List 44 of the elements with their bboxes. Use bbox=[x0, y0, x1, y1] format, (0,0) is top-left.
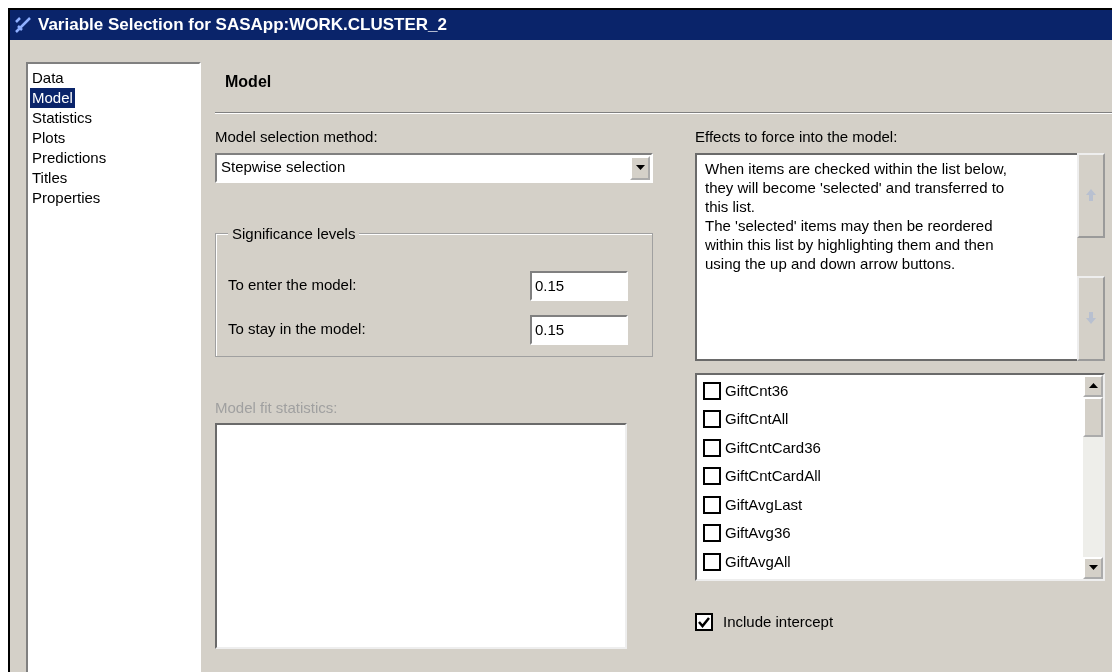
sidebar-item[interactable]: Titles bbox=[30, 168, 70, 188]
page-heading: Model bbox=[225, 73, 272, 90]
sidebar-item[interactable]: Data bbox=[30, 68, 66, 88]
field-label: To stay in the model: bbox=[228, 319, 366, 340]
sidebar-item[interactable]: Model bbox=[30, 88, 75, 108]
checkbox[interactable] bbox=[703, 552, 721, 571]
checkbox[interactable] bbox=[695, 612, 713, 631]
up-arrow-icon bbox=[1085, 188, 1097, 202]
down-triangle-icon bbox=[1088, 565, 1098, 570]
scroll-down-button[interactable] bbox=[1083, 556, 1103, 579]
checkbox[interactable] bbox=[703, 467, 721, 486]
dropdown-button[interactable] bbox=[630, 155, 650, 180]
app-icon bbox=[14, 16, 32, 34]
variable-label: GiftCnt36 bbox=[725, 380, 789, 401]
variable-label: GiftCntCard36 bbox=[725, 437, 821, 458]
field-label: Model selection method: bbox=[215, 127, 379, 147]
sidebar-item[interactable]: Predictions bbox=[30, 148, 109, 168]
down-arrow-icon bbox=[1085, 311, 1097, 325]
scroll-up-button[interactable] bbox=[1083, 374, 1103, 397]
selection-method-dropdown[interactable]: Stepwise selection bbox=[215, 152, 653, 183]
checkbox[interactable] bbox=[703, 410, 721, 429]
checkbox[interactable] bbox=[703, 524, 721, 543]
up-triangle-icon bbox=[1088, 383, 1098, 388]
input-field[interactable]: 0.15 bbox=[530, 314, 628, 345]
scrollbar[interactable] bbox=[1083, 374, 1103, 579]
scroll-thumb[interactable] bbox=[1083, 396, 1103, 437]
variable-label: GiftCntAll bbox=[725, 409, 789, 429]
variable-label: GiftAvgLast bbox=[725, 494, 803, 515]
checkbox[interactable] bbox=[703, 495, 721, 514]
window-title: Variable Selection for SASApp:WORK.CLUSTER_2 bbox=[38, 14, 447, 37]
field-label: Effects to force into the model: bbox=[695, 127, 899, 147]
variable-label: GiftCntCardAll bbox=[725, 466, 821, 486]
dropdown-arrow-icon bbox=[635, 165, 645, 170]
variable-label: GiftAvg36 bbox=[725, 523, 791, 543]
checkbox-label: Include intercept bbox=[723, 611, 834, 632]
input-field[interactable]: 0.15 bbox=[530, 270, 628, 301]
field-label: To enter the model: bbox=[228, 275, 357, 296]
checkbox[interactable] bbox=[703, 438, 721, 457]
sidebar-item[interactable]: Plots bbox=[30, 128, 68, 148]
checkbox[interactable] bbox=[703, 381, 721, 400]
help-text: When items are checked within the list below, they will become 'selected' and transferred to this list. The 'selected' items may then be reordered within this list by highlighting them and then using the up and down arrow buttons. bbox=[695, 152, 1077, 361]
variable-label: GiftAvgAll bbox=[725, 551, 791, 572]
sidebar-item[interactable]: Properties bbox=[30, 188, 103, 208]
sidebar-item[interactable]: Statistics bbox=[30, 108, 94, 128]
